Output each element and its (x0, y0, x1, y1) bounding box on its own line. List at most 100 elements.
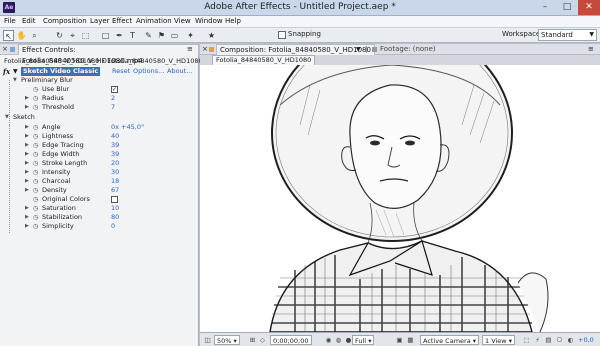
menu-file[interactable]: File (4, 17, 16, 25)
region-of-interest-icon[interactable]: ▣ (395, 335, 404, 345)
effect-name[interactable]: Sketch Video Classic (21, 67, 101, 76)
use-blur-checkbox[interactable]: ✓ (111, 86, 118, 93)
stopwatch-icon[interactable]: ◷ (33, 94, 38, 103)
stopwatch-icon[interactable]: ◷ (33, 103, 38, 112)
intensity-value[interactable]: 30 (111, 168, 119, 177)
reset-exposure-icon[interactable]: ◐ (566, 335, 575, 345)
chevron-down-icon[interactable]: ▼ (356, 44, 361, 55)
stopwatch-icon[interactable]: ◷ (33, 123, 38, 132)
expand-triangle-icon[interactable]: ▶ (25, 213, 29, 222)
flowchart-icon[interactable]: ⎔ (555, 335, 564, 345)
tab-effect-controls[interactable]: Effect Controls: Fotolia_84840580_V_HD10… (18, 44, 199, 65)
stopwatch-icon[interactable]: ◷ (33, 159, 38, 168)
rotate-tool-icon[interactable]: ↻ (54, 30, 65, 41)
menu-animation[interactable]: Animation (136, 17, 172, 25)
stabilization-value[interactable]: 80 (111, 213, 119, 222)
stopwatch-icon[interactable]: ◷ (33, 141, 38, 150)
edge-tracing-value[interactable]: 39 (111, 141, 119, 150)
menu-layer[interactable]: Layer (90, 17, 110, 25)
timecode-field[interactable]: 0;00;00;00 (270, 335, 312, 345)
expand-triangle-icon[interactable]: ▼ (13, 76, 17, 85)
expand-triangle-icon[interactable]: ▶ (25, 204, 29, 213)
maximize-button[interactable]: □ (556, 0, 578, 15)
selection-tool-icon[interactable]: ↖ (3, 30, 14, 41)
menu-edit[interactable]: Edit (22, 17, 36, 25)
rectangle-tool-icon[interactable]: □ (100, 30, 111, 41)
stopwatch-icon[interactable]: ◷ (33, 186, 38, 195)
expand-triangle-icon[interactable]: ▼ (5, 113, 9, 122)
views-select[interactable]: 1 View ▾ (482, 335, 515, 345)
hand-tool-icon[interactable]: ✋ (16, 30, 27, 41)
density-value[interactable]: 67 (111, 186, 119, 195)
panel-menu-icon[interactable]: ≡ (588, 44, 594, 55)
expand-triangle-icon[interactable]: ▶ (25, 132, 29, 141)
expand-triangle-icon[interactable]: ▶ (25, 141, 29, 150)
stopwatch-icon[interactable]: ◷ (33, 168, 38, 177)
menu-view[interactable]: View (174, 17, 191, 25)
after-effects-app-icon[interactable]: Ae (3, 2, 15, 13)
close-panel-icon[interactable]: × (2, 44, 8, 55)
type-tool-icon[interactable]: T (127, 30, 138, 41)
roto-brush-tool-icon[interactable]: ✦ (185, 30, 196, 41)
stroke-length-value[interactable]: 20 (111, 159, 119, 168)
pan-behind-tool-icon[interactable]: ⬚ (80, 30, 91, 41)
brush-tool-icon[interactable]: ✎ (143, 30, 154, 41)
threshold-value[interactable]: 7 (111, 103, 115, 112)
composition-viewer[interactable] (200, 65, 600, 332)
show-snapshot-icon[interactable]: ◍ (334, 335, 343, 345)
panel-menu-icon[interactable]: ≡ (187, 44, 193, 55)
expand-triangle-icon[interactable]: ▶ (25, 186, 29, 195)
camera-tool-icon[interactable]: ⌖ (67, 30, 78, 41)
menu-window[interactable]: Window (195, 17, 223, 25)
expand-triangle-icon[interactable]: ▶ (25, 150, 29, 159)
expand-triangle-icon[interactable]: ▶ (25, 159, 29, 168)
saturation-value[interactable]: 10 (111, 204, 119, 213)
tab-composition[interactable]: Composition: Fotolia_84840580_V_HD1080 (216, 44, 375, 55)
always-preview-icon[interactable]: ◫ (203, 335, 212, 345)
minimize-button[interactable]: – (534, 0, 556, 15)
eraser-tool-icon[interactable]: ▭ (169, 30, 180, 41)
group-sketch[interactable]: ▼ Sketch (0, 113, 199, 122)
workspace-select[interactable]: Standard ▼ (538, 29, 597, 41)
edge-width-value[interactable]: 39 (111, 150, 119, 159)
stopwatch-icon[interactable]: ◷ (33, 177, 38, 186)
expand-triangle-icon[interactable]: ▶ (25, 103, 29, 112)
group-preliminary-blur[interactable]: ▼ Preliminary Blur (0, 76, 199, 85)
fast-previews-icon[interactable]: ⚡ (533, 335, 542, 345)
transparency-grid-icon[interactable]: ▦ (406, 335, 415, 345)
original-colors-checkbox[interactable] (111, 196, 118, 203)
stopwatch-icon[interactable]: ◷ (33, 213, 38, 222)
expand-triangle-icon[interactable]: ▼ (13, 67, 18, 76)
menu-effect[interactable]: Effect (112, 17, 132, 25)
close-panel-icon[interactable]: × (202, 44, 208, 55)
expand-triangle-icon[interactable]: ▶ (25, 123, 29, 132)
exposure-value[interactable]: +0,0 (578, 335, 594, 345)
angle-value[interactable]: 0x +45,0° (111, 123, 144, 132)
options-link[interactable]: Options... (133, 67, 164, 76)
stopwatch-icon[interactable]: ◷ (33, 132, 38, 141)
charcoal-value[interactable]: 18 (111, 177, 119, 186)
expand-triangle-icon[interactable]: ▶ (25, 177, 29, 186)
camera-select[interactable]: Active Camera ▾ (420, 335, 480, 345)
snapping-checkbox[interactable] (278, 31, 286, 39)
expand-triangle-icon[interactable]: ▶ (25, 168, 29, 177)
stopwatch-icon[interactable]: ◷ (33, 85, 38, 94)
about-link[interactable]: About... (167, 67, 192, 76)
expand-triangle-icon[interactable]: ▶ (25, 94, 29, 103)
stopwatch-icon[interactable]: ◷ (33, 150, 38, 159)
mask-visibility-icon[interactable]: ◇ (258, 335, 267, 345)
menu-composition[interactable]: Composition (43, 17, 87, 25)
radius-value[interactable]: 2 (111, 94, 115, 103)
toggle-pixel-aspect-icon[interactable]: ⬚ (522, 335, 531, 345)
lightness-value[interactable]: 40 (111, 132, 119, 141)
snapshot-icon[interactable]: ◉ (324, 335, 333, 345)
stopwatch-icon[interactable]: ◷ (33, 222, 38, 231)
puppet-tool-icon[interactable]: ★ (206, 30, 217, 41)
pen-tool-icon[interactable]: ✒ (114, 30, 125, 41)
fx-toggle-icon[interactable]: fx (3, 67, 10, 76)
stopwatch-icon[interactable]: ◷ (33, 195, 38, 204)
clone-stamp-tool-icon[interactable]: ⚑ (156, 30, 167, 41)
zoom-tool-icon[interactable]: ⌕ (29, 30, 40, 41)
close-button[interactable]: ✕ (578, 0, 600, 15)
reset-link[interactable]: Reset (112, 67, 130, 76)
